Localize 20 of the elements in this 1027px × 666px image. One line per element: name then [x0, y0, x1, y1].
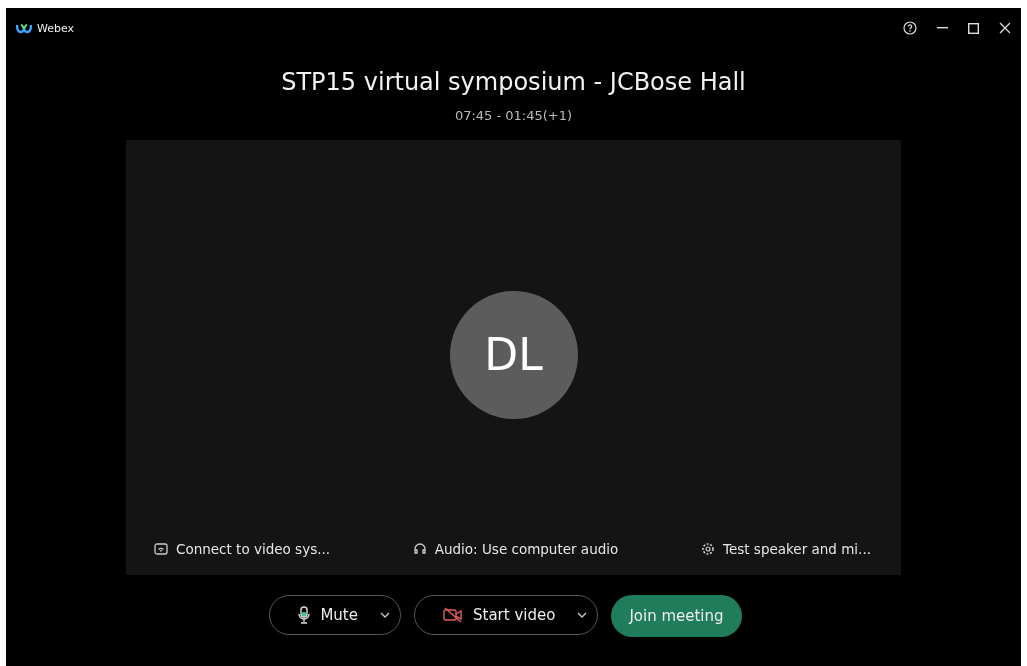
- headset-icon: [412, 542, 427, 556]
- caret-icon[interactable]: [577, 612, 588, 618]
- app-name: Webex: [37, 21, 75, 35]
- avatar: DL: [449, 290, 578, 419]
- meeting-title: STP15 virtual symposium - JCBose Hall: [281, 68, 746, 96]
- maximize-icon[interactable]: [968, 22, 979, 34]
- option-link[interactable]: Audio: Use computer audio: [412, 541, 619, 557]
- caret-icon[interactable]: [380, 612, 390, 618]
- minimize-icon[interactable]: [937, 27, 948, 29]
- meeting-time: 07:45 - 01:45(+1): [454, 108, 573, 123]
- option-link[interactable]: Connect to video sys...: [154, 541, 331, 557]
- join-meeting-button[interactable]: Join meeting: [611, 595, 742, 637]
- settings-icon: [700, 542, 715, 556]
- option-link[interactable]: Test speaker and mi...: [700, 541, 871, 557]
- screen-icon: [154, 543, 168, 555]
- video-button[interactable]: Start video: [443, 606, 556, 624]
- webex-logo-icon: [16, 22, 32, 34]
- help-icon[interactable]: [903, 21, 917, 35]
- mute-button[interactable]: Mute: [298, 606, 358, 624]
- close-icon[interactable]: [999, 22, 1011, 34]
